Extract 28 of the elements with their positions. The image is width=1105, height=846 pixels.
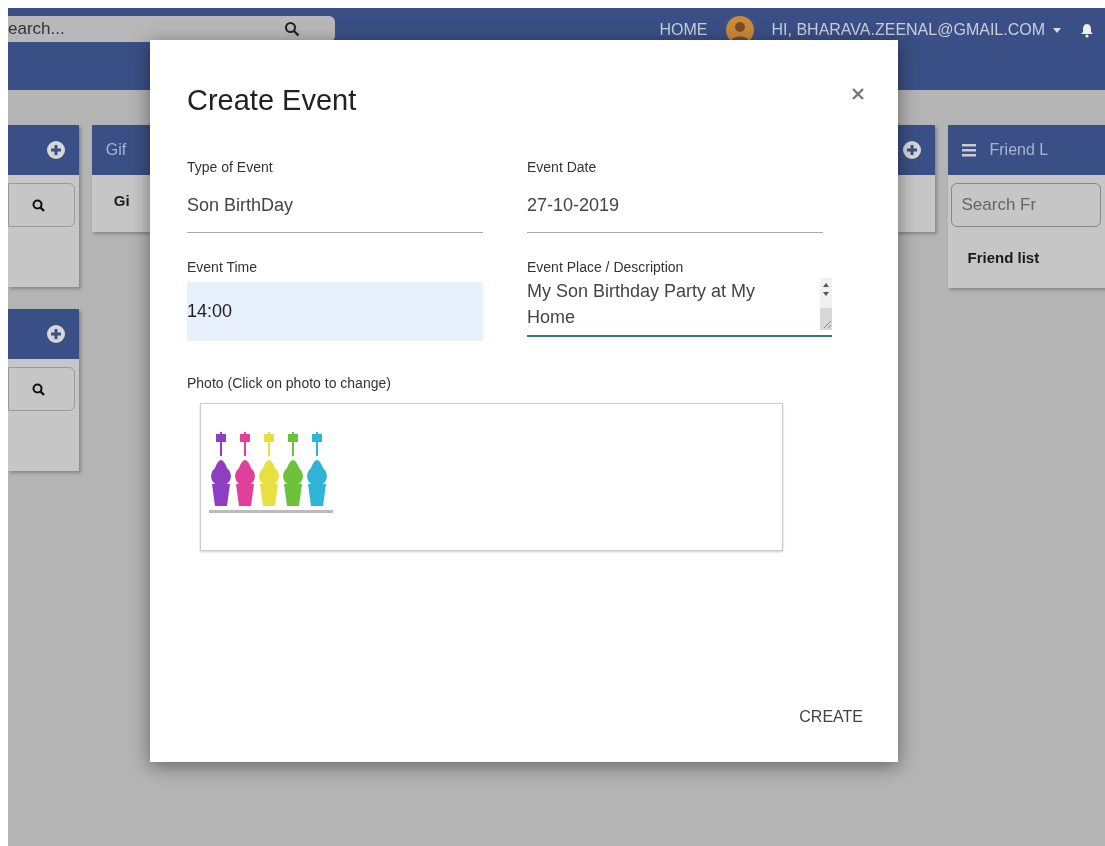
search-button[interactable] (8, 367, 75, 411)
card-title: Friend L (989, 141, 1049, 159)
bell-icon[interactable] (1081, 22, 1093, 38)
search-icon (32, 198, 45, 212)
field-label: Photo (Click on photo to change) (187, 375, 392, 391)
search-field[interactable]: earch... (8, 16, 335, 42)
user-menu[interactable]: HI, BHARAVA.ZEENAL@GMAIL.COM (771, 21, 1045, 39)
description-field[interactable]: My Son Birthday Party at My Home (527, 278, 832, 337)
add-icon[interactable] (46, 325, 65, 343)
field-label: Event Place / Description (527, 259, 685, 275)
search-button[interactable] (8, 183, 75, 227)
field-label: Type of Event (187, 159, 274, 175)
list-item[interactable]: Friend list (947, 227, 1105, 288)
dialog-title: Create Event (187, 84, 357, 117)
card-title: Gif (105, 141, 127, 159)
input-field[interactable]: 14:00 (187, 282, 483, 341)
close-icon[interactable] (851, 86, 865, 101)
field-label: Event Date (527, 159, 598, 175)
menu-icon[interactable] (961, 143, 976, 157)
search-icon (32, 382, 45, 396)
field-label: Event Time (187, 259, 259, 275)
scrollbar-icon[interactable] (820, 278, 832, 330)
add-icon[interactable] (46, 141, 65, 159)
caret-icon[interactable] (1053, 27, 1061, 33)
search-icon[interactable] (284, 21, 300, 37)
search-field[interactable]: Search Fr (950, 183, 1101, 227)
nav-link[interactable]: HOME (659, 21, 708, 39)
add-icon[interactable] (902, 141, 921, 159)
